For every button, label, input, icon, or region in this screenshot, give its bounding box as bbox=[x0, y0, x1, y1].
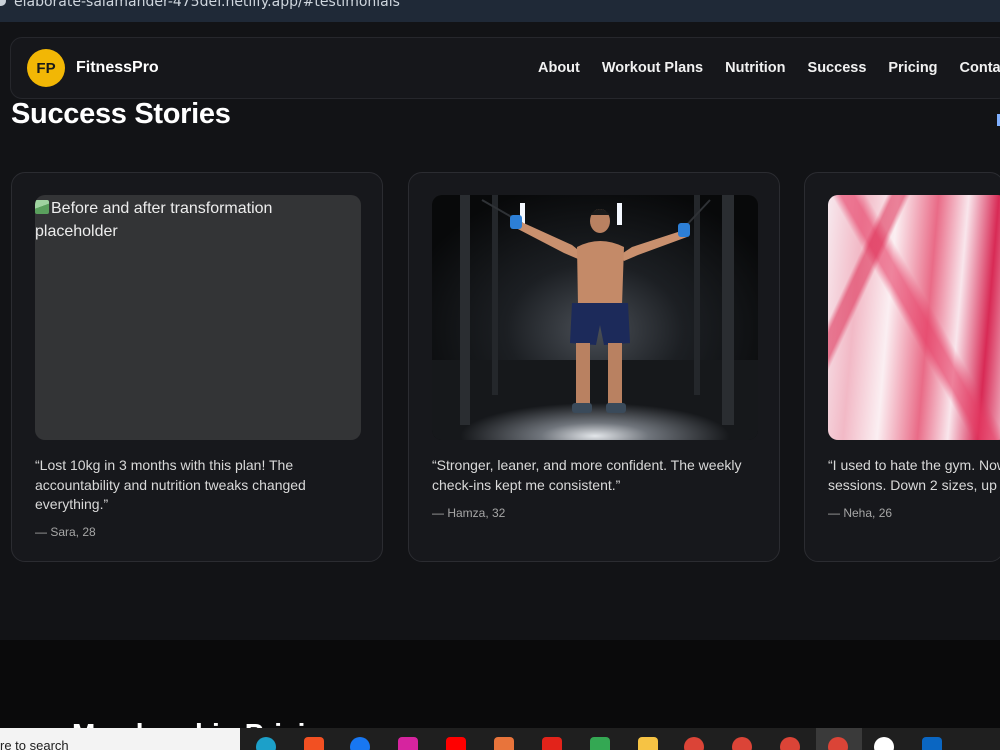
broken-image-icon bbox=[35, 200, 49, 214]
chrome-icon[interactable] bbox=[780, 737, 800, 750]
chrome-icon[interactable] bbox=[684, 737, 704, 750]
image-alt-text: Before and after transformation placehol… bbox=[35, 200, 273, 240]
taskbar-search-box[interactable]: re to search bbox=[0, 728, 240, 750]
wps-icon[interactable] bbox=[542, 737, 562, 750]
url-text[interactable]: elaborate-salamander-475def.netlify.app/… bbox=[14, 0, 400, 10]
logo-badge[interactable]: FP bbox=[27, 49, 65, 87]
store-icon[interactable] bbox=[304, 737, 324, 750]
taskbar: re to search bbox=[0, 728, 1000, 750]
taskbar-search-text: re to search bbox=[0, 738, 69, 750]
nav-link-workout-plans[interactable]: Workout Plans bbox=[602, 60, 703, 76]
chrome-icon[interactable] bbox=[732, 737, 752, 750]
facebook-icon[interactable] bbox=[350, 737, 370, 750]
linkedin-icon[interactable] bbox=[922, 737, 942, 750]
testimonial-photo bbox=[432, 195, 758, 440]
nav-links: About Workout Plans Nutrition Success Pr… bbox=[538, 60, 1000, 76]
abstract-marble-photo bbox=[828, 195, 1000, 440]
section-title: Success Stories bbox=[11, 98, 231, 130]
youtube-icon[interactable] bbox=[446, 737, 466, 750]
testimonial-author: — Hamza, 32 bbox=[432, 506, 506, 520]
navbar: FP FitnessPro About Workout Plans Nutrit… bbox=[10, 37, 1000, 99]
testimonial-card: Before and after transformation placehol… bbox=[11, 172, 383, 562]
testimonial-photo bbox=[828, 195, 1000, 440]
folder-icon[interactable] bbox=[638, 737, 658, 750]
drive-icon[interactable] bbox=[590, 737, 610, 750]
browser-address-bar[interactable]: elaborate-salamander-475def.netlify.app/… bbox=[0, 0, 1000, 22]
nav-link-nutrition[interactable]: Nutrition bbox=[725, 60, 785, 76]
brand-name[interactable]: FitnessPro bbox=[76, 59, 159, 77]
app-icon[interactable] bbox=[494, 737, 514, 750]
testimonial-quote: “Lost 10kg in 3 months with this plan! T… bbox=[35, 457, 306, 512]
testimonial-author: — Sara, 28 bbox=[35, 525, 96, 539]
nav-link-about[interactable]: About bbox=[538, 60, 580, 76]
nav-link-pricing[interactable]: Pricing bbox=[888, 60, 937, 76]
nav-link-contact[interactable]: Contact bbox=[960, 60, 1000, 76]
testimonial-author: — Neha, 26 bbox=[828, 506, 893, 520]
chatgpt-icon[interactable] bbox=[874, 737, 894, 750]
edge-icon[interactable] bbox=[256, 737, 276, 750]
testimonial-quote: “I used to hate the gym. Now I look forw… bbox=[828, 457, 1000, 493]
instagram-icon[interactable] bbox=[398, 737, 418, 750]
testimonial-quote: “Stronger, leaner, and more confident. T… bbox=[432, 457, 742, 493]
chrome-icon[interactable] bbox=[828, 737, 848, 750]
site-info-icon[interactable] bbox=[0, 0, 6, 6]
testimonial-card: “I used to hate the gym. Now I look forw… bbox=[804, 172, 1000, 562]
gym-athlete-photo bbox=[432, 195, 758, 440]
testimonial-card: “Stronger, leaner, and more confident. T… bbox=[408, 172, 780, 562]
nav-link-success[interactable]: Success bbox=[808, 60, 867, 76]
testimonial-image-broken: Before and after transformation placehol… bbox=[35, 195, 361, 440]
